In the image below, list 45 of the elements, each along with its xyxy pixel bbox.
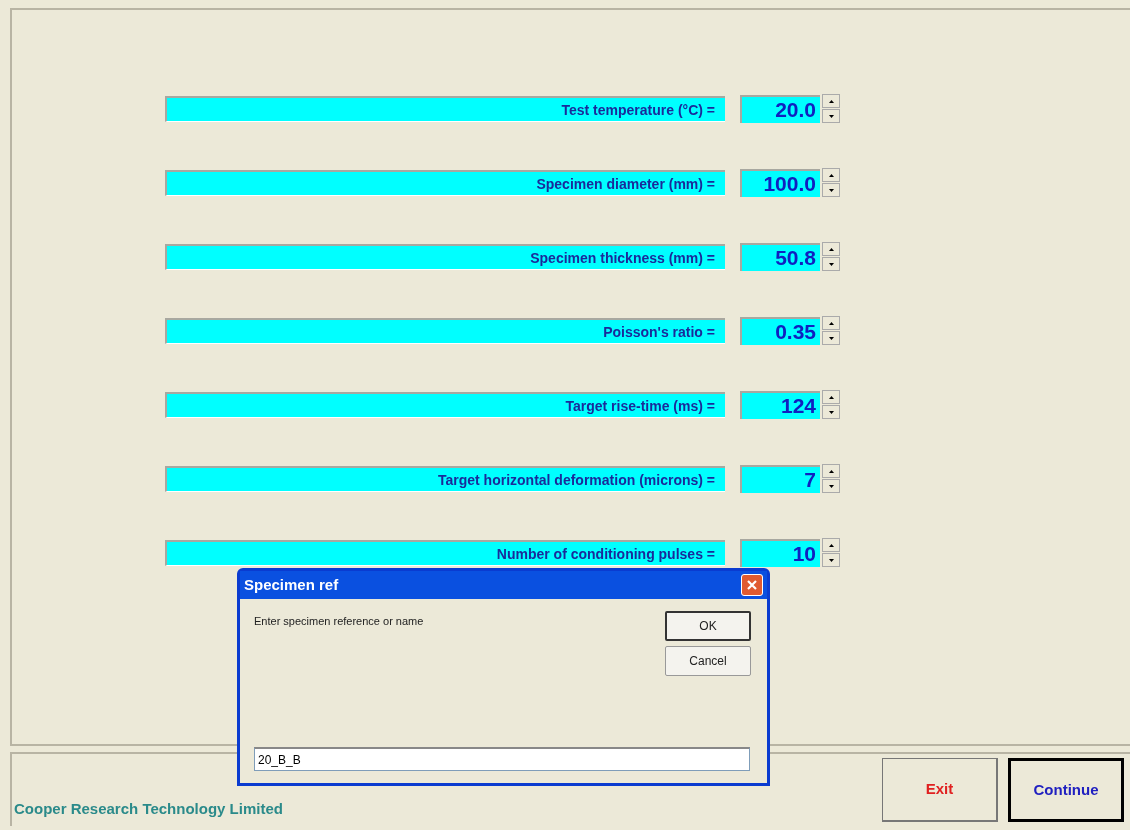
up-arrow-icon bbox=[828, 395, 834, 399]
value-field[interactable]: 10 bbox=[740, 539, 820, 567]
value-field[interactable]: 7 bbox=[740, 465, 820, 493]
spin-control[interactable] bbox=[822, 94, 840, 124]
spin-control[interactable] bbox=[822, 464, 840, 494]
parameter-label: Target rise-time (ms) = bbox=[165, 392, 725, 418]
footer-button[interactable]: Continue bbox=[1008, 758, 1124, 822]
dialog-button[interactable]: OK bbox=[665, 611, 751, 641]
dialog-prompt: Enter specimen reference or name bbox=[254, 614, 424, 629]
value-field[interactable]: 20.0 bbox=[740, 95, 820, 123]
value-field[interactable]: 50.8 bbox=[740, 243, 820, 271]
down-arrow-icon bbox=[828, 484, 834, 488]
up-arrow-icon bbox=[828, 173, 834, 177]
parameter-label: Specimen thickness (mm) = bbox=[165, 244, 725, 270]
down-arrow-icon bbox=[828, 336, 834, 340]
spin-control[interactable] bbox=[822, 316, 840, 346]
dialog-button[interactable]: Cancel bbox=[665, 646, 751, 676]
up-arrow-icon bbox=[828, 469, 834, 473]
spin-control[interactable] bbox=[822, 242, 840, 272]
down-arrow-icon bbox=[828, 188, 834, 192]
spin-control[interactable] bbox=[822, 538, 840, 568]
parameter-label: Test temperature (°C) = bbox=[165, 96, 725, 122]
spin-control[interactable] bbox=[822, 168, 840, 198]
parameter-label: Specimen diameter (mm) = bbox=[165, 170, 725, 196]
down-arrow-icon bbox=[828, 114, 834, 118]
company-name: Cooper Research Technology Limited bbox=[13, 798, 283, 819]
close-icon bbox=[746, 579, 758, 591]
parameter-label: Target horizontal deformation (microns) = bbox=[165, 466, 725, 492]
parameter-label: Number of conditioning pulses = bbox=[165, 540, 725, 566]
up-arrow-icon bbox=[828, 321, 834, 325]
down-arrow-icon bbox=[828, 410, 834, 414]
spin-control[interactable] bbox=[822, 390, 840, 420]
close-button[interactable] bbox=[741, 574, 763, 596]
up-arrow-icon bbox=[828, 247, 834, 251]
down-arrow-icon bbox=[828, 262, 834, 266]
parameter-label: Poisson's ratio = bbox=[165, 318, 725, 344]
down-arrow-icon bbox=[828, 558, 834, 562]
footer-button[interactable]: Exit bbox=[882, 758, 998, 822]
input-field[interactable]: 20_B_B bbox=[254, 747, 750, 771]
value-field[interactable]: 100.0 bbox=[740, 169, 820, 197]
up-arrow-icon bbox=[828, 99, 834, 103]
value-field[interactable]: 124 bbox=[740, 391, 820, 419]
up-arrow-icon bbox=[828, 543, 834, 547]
dialog-title: Specimen ref bbox=[244, 574, 339, 595]
value-field[interactable]: 0.35 bbox=[740, 317, 820, 345]
